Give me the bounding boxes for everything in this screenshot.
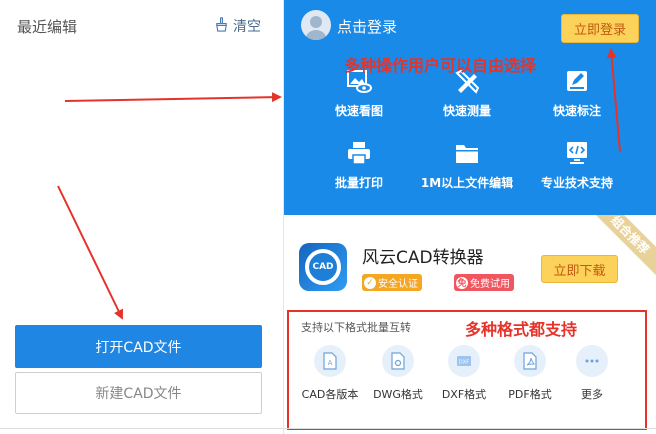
login-link[interactable]: 点击登录 bbox=[337, 16, 397, 37]
download-button[interactable]: 立即下载 bbox=[541, 255, 618, 283]
shield-check-icon: ✓ bbox=[364, 276, 376, 289]
feature-label: 1M以上文件编辑 bbox=[420, 176, 514, 190]
feature-label: 快速标注 bbox=[552, 104, 601, 118]
feature-label: 批量打印 bbox=[334, 176, 383, 190]
feature-panel: 点击登录 立即登录 快速看图 快速测量 快速标注 批量打印 1M以上文件编辑 专… bbox=[284, 0, 656, 215]
annotate-icon bbox=[564, 68, 590, 94]
annotation-formats: 多种格式都支持 bbox=[465, 320, 578, 339]
safe-badge: ✓ 安全认证 bbox=[362, 274, 422, 291]
feature-label: 快速看图 bbox=[334, 104, 383, 118]
free-badge-label: 免费试用 bbox=[470, 279, 510, 290]
recent-edits-title: 最近编辑 bbox=[17, 18, 78, 36]
converter-app-icon: CAD bbox=[299, 243, 347, 291]
folder-icon bbox=[454, 140, 480, 166]
clear-label: 清空 bbox=[233, 19, 261, 35]
open-cad-file-button[interactable]: 打开CAD文件 bbox=[15, 325, 262, 368]
bottom-divider bbox=[0, 428, 656, 429]
free-icon: 免 bbox=[456, 276, 468, 289]
clear-button[interactable]: 清空 bbox=[214, 16, 261, 36]
code-doc-icon bbox=[564, 140, 590, 166]
recent-panel: 最近编辑 清空 打开CAD文件 新建CAD文件 bbox=[0, 0, 283, 434]
app-name: 风云CAD转换器 bbox=[362, 248, 484, 268]
broom-icon bbox=[214, 16, 229, 36]
feature-label: 快速测量 bbox=[442, 104, 491, 118]
printer-icon bbox=[346, 140, 372, 166]
user-avatar[interactable] bbox=[301, 10, 331, 40]
free-badge: 免 免费试用 bbox=[454, 274, 514, 291]
feature-label: 专业技术支持 bbox=[540, 176, 613, 190]
feature-quick-annotate[interactable]: 快速标注 bbox=[522, 68, 632, 119]
login-button[interactable]: 立即登录 bbox=[561, 14, 639, 43]
safe-badge-label: 安全认证 bbox=[378, 279, 418, 290]
feature-large-file-edit[interactable]: 1M以上文件编辑 bbox=[412, 140, 522, 191]
new-cad-file-button[interactable]: 新建CAD文件 bbox=[15, 372, 262, 414]
app-icon-text: CAD bbox=[305, 249, 341, 285]
promo-banner: CAD 风云CAD转换器 ✓ 安全认证 免 免费试用 立即下载 组合推荐 bbox=[284, 215, 656, 305]
feature-batch-print[interactable]: 批量打印 bbox=[304, 140, 414, 191]
annotation-operations: 多种操作用户可以自由选择 bbox=[344, 56, 537, 75]
feature-tech-support[interactable]: 专业技术支持 bbox=[522, 140, 632, 191]
